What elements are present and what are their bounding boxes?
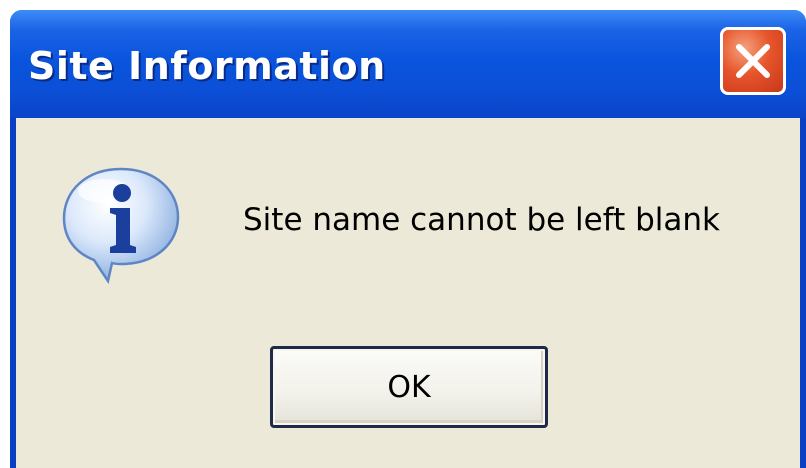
close-button[interactable] [720, 27, 786, 95]
site-information-dialog: Site Information Site name cannot be lef… [10, 10, 806, 468]
close-icon [736, 44, 770, 78]
dialog-message: Site name cannot be left blank [243, 202, 721, 238]
dialog-body: Site name cannot be left blank OK [16, 118, 800, 468]
information-icon [62, 167, 180, 285]
ok-button-label: OK [387, 369, 431, 405]
dialog-title: Site Information [28, 44, 386, 88]
title-bar[interactable]: Site Information [10, 10, 806, 118]
ok-button[interactable]: OK [270, 346, 548, 428]
